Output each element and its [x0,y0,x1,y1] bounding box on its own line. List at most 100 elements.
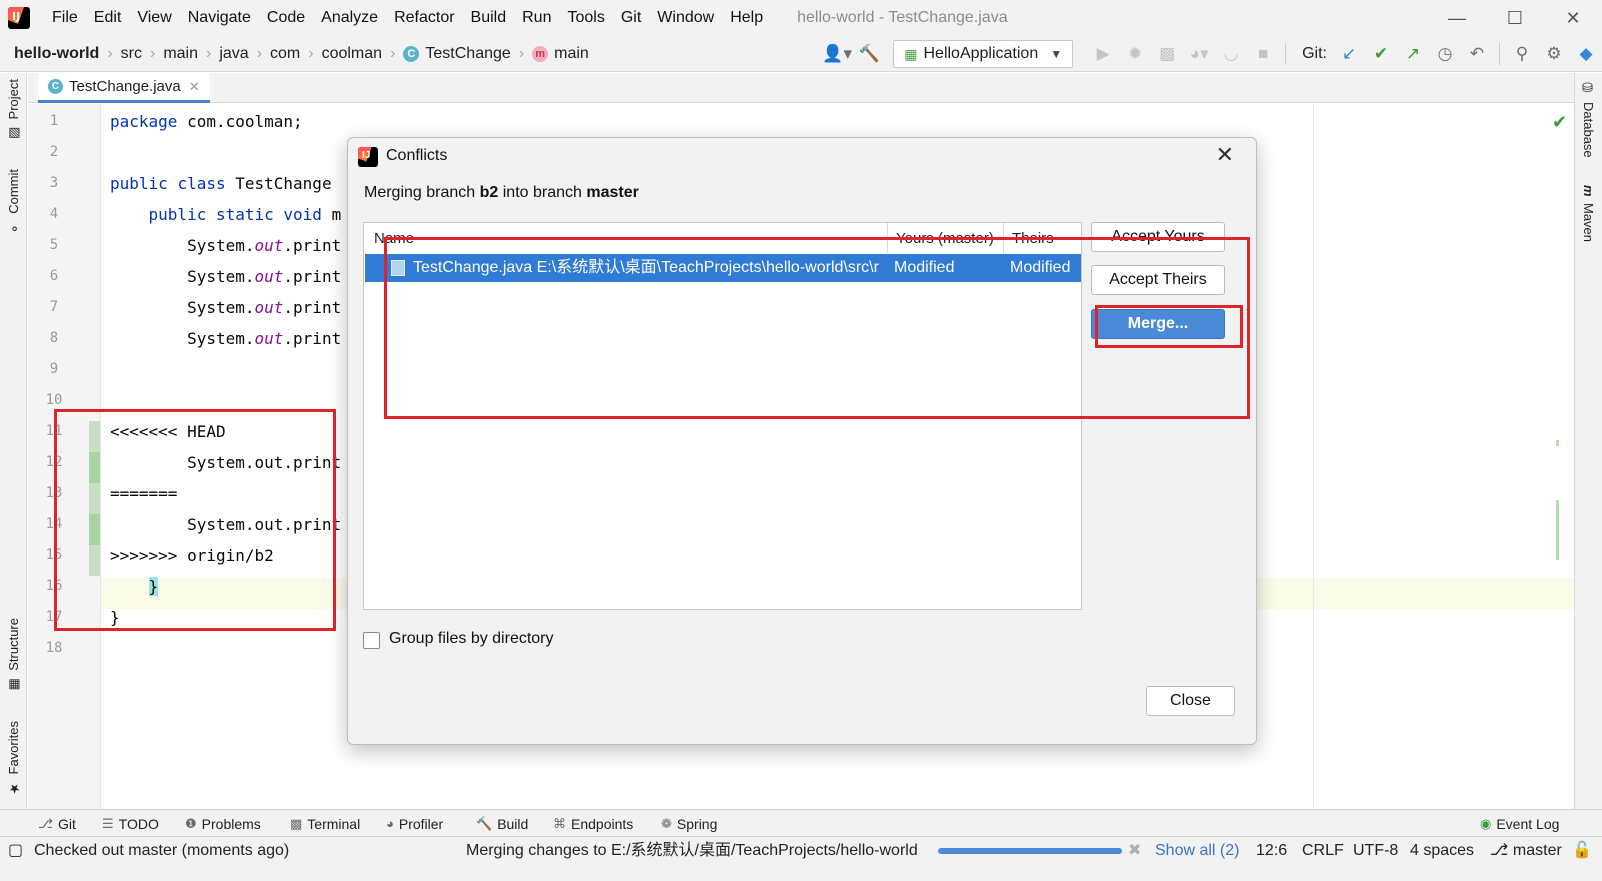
method-icon: m [532,45,549,62]
breadcrumb-com[interactable]: com [270,45,300,63]
file-encoding[interactable]: UTF-8 [1353,837,1398,865]
tool-tab-project[interactable]: ▧ Project [6,79,21,140]
close-window-icon[interactable]: ✕ [1544,0,1602,36]
merge-button[interactable]: Merge... [1091,309,1225,339]
accept-yours-button[interactable]: Accept Yours [1091,222,1225,252]
line-number: 3 [49,175,59,191]
vcs-change-marker[interactable] [89,545,100,576]
column-header-theirs[interactable]: Theirs (b2) [1004,223,1082,279]
git-update-icon[interactable]: ↙ [1333,36,1365,72]
tool-window-git[interactable]: ⎇ Git [38,810,76,837]
scrollbar-change-marker[interactable] [1556,500,1559,560]
cancel-task-icon[interactable]: ✖ [1128,837,1141,865]
search-icon[interactable]: ⚲ [1506,36,1538,72]
breadcrumb-class[interactable]: C TestChange [403,45,511,63]
tool-window-build[interactable]: 🔨 Build [476,810,528,837]
run-icon[interactable]: ▶ [1087,36,1119,72]
right-tool-stripe: ⛁ Database m Maven [1574,73,1602,809]
tool-window-spring[interactable]: ❁ Spring [661,810,717,837]
tool-window-profiler[interactable]: ◕ Profiler [386,810,443,837]
tool-tab-favorites[interactable]: ★ Favorites [6,721,21,795]
git-push-icon[interactable]: ↗ [1397,36,1429,72]
vcs-change-marker[interactable] [89,452,100,483]
tool-window-problems[interactable]: ❶ Problems [185,810,261,837]
menu-edit[interactable]: Edit [86,0,130,36]
menu-window[interactable]: Window [649,0,722,36]
scrollbar-change-marker[interactable] [1556,440,1559,446]
class-icon: C [403,45,420,62]
tool-window-endpoints[interactable]: ⌘ Endpoints [553,810,633,837]
tool-tab-commit[interactable]: ⚬ Commit [6,169,21,235]
status-panel-toggle-icon[interactable]: ▢ [8,837,23,865]
status-message[interactable]: Checked out master (moments ago) [34,837,289,865]
attach-profiler-icon[interactable]: ◡ [1215,36,1247,72]
jetbrains-icon[interactable]: ◆ [1570,36,1602,72]
line-number: 11 [45,423,63,439]
close-icon[interactable]: ✕ [1216,142,1234,168]
menu-git[interactable]: Git [613,0,649,36]
user-icon[interactable]: 👤▾ [821,36,853,72]
menu-build[interactable]: Build [463,0,515,36]
menu-view[interactable]: View [129,0,179,36]
breadcrumb-java[interactable]: java [219,45,248,63]
close-tab-icon[interactable]: ✕ [189,79,200,95]
group-files-checkbox[interactable] [363,632,380,649]
git-label: Git: [1302,45,1327,62]
close-button[interactable]: Close [1146,686,1235,716]
tool-window-terminal[interactable]: ▩ Terminal [290,810,360,837]
vcs-change-marker[interactable] [89,483,100,514]
build-hammer-icon[interactable]: 🔨 [853,36,885,72]
git-commit-icon[interactable]: ✔ [1365,36,1397,72]
breadcrumb-main[interactable]: main [163,45,198,63]
accept-theirs-button[interactable]: Accept Theirs [1091,265,1225,295]
column-header-name[interactable]: Name [364,223,888,253]
conflicts-table[interactable]: Name Yours (master) Theirs (b2) TestChan… [363,222,1082,610]
menu-tools[interactable]: Tools [559,0,612,36]
tool-window-event-log[interactable]: ◉ Event Log [1480,810,1559,837]
stop-icon[interactable]: ■ [1247,36,1279,72]
breadcrumb-coolman[interactable]: coolman [322,45,382,63]
code-line-1: package com.coolman; [110,112,303,131]
maximize-icon[interactable]: ☐ [1486,0,1544,36]
gear-icon[interactable]: ⚙ [1538,36,1570,72]
git-branch-widget[interactable]: ⎇ master [1490,837,1562,865]
menu-run[interactable]: Run [514,0,559,36]
caret-position[interactable]: 12:6 [1256,837,1287,865]
menu-analyze[interactable]: Analyze [313,0,386,36]
line-number: 10 [45,392,63,408]
tool-tab-maven[interactable]: m Maven [1581,185,1596,242]
git-history-icon[interactable]: ◷ [1429,36,1461,72]
hammer-icon: 🔨 [476,815,493,831]
breadcrumb-project[interactable]: hello-world [14,45,99,63]
menu-refactor[interactable]: Refactor [386,0,462,36]
tab-testchange-java[interactable]: C TestChange.java ✕ [38,73,210,103]
git-rollback-icon[interactable]: ↶ [1461,36,1493,72]
coverage-icon[interactable]: ▩ [1151,36,1183,72]
menu-file[interactable]: File [44,0,86,36]
vcs-change-marker[interactable] [89,421,100,452]
menu-navigate[interactable]: Navigate [180,0,259,36]
menu-code[interactable]: Code [259,0,313,36]
line-separator[interactable]: CRLF [1302,837,1344,865]
breadcrumb-src[interactable]: src [121,45,142,63]
column-header-yours[interactable]: Yours (master) [888,223,1004,253]
debug-icon[interactable]: ✹ [1119,36,1151,72]
run-config-icon: ▦ [904,45,918,62]
table-row[interactable]: TestChange.java E:\系统默认\桌面\TeachProjects… [365,254,1081,282]
profile-icon[interactable]: ◕▾ [1183,36,1215,72]
minimize-icon[interactable]: — [1428,0,1486,36]
tool-tab-structure[interactable]: ▦ Structure [6,618,21,692]
indent-setting[interactable]: 4 spaces [1410,837,1474,865]
run-configuration-dropdown[interactable]: ▦ HelloApplication ▼ [893,40,1074,68]
tool-tab-database[interactable]: ⛁ Database [1581,81,1596,158]
java-file-icon [391,260,405,276]
breadcrumb-method[interactable]: m main [532,45,589,63]
lock-icon[interactable]: 🔓 [1572,837,1592,865]
group-files-label: Group files by directory [389,630,554,647]
code-line-4: public static void m [148,205,342,224]
tool-window-todo[interactable]: ☰ TODO [102,810,159,837]
show-all-tasks-link[interactable]: Show all (2) [1155,837,1239,865]
inspection-ok-icon[interactable]: ✔ [1552,112,1567,133]
menu-help[interactable]: Help [722,0,771,36]
vcs-change-marker[interactable] [89,514,100,545]
